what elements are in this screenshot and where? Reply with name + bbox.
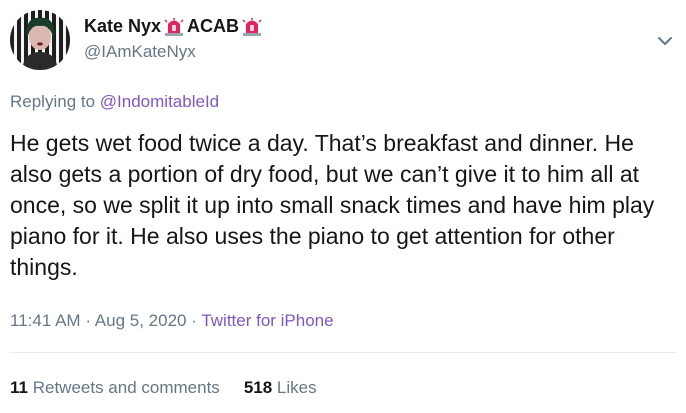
display-name-badge: ACAB — [187, 16, 240, 36]
likes-stat[interactable]: 518 Likes — [244, 378, 317, 398]
tweet-time[interactable]: 11:41 AM — [10, 311, 81, 330]
siren-emoji-icon — [241, 15, 263, 37]
tweet-card: Kate Nyx ACAB @IAmKateNyx Replying to @I… — [0, 0, 686, 413]
retweets-count: 11 — [10, 378, 28, 397]
tweet-date[interactable]: Aug 5, 2020 — [95, 311, 187, 330]
divider — [10, 352, 676, 353]
siren-emoji-icon — [163, 15, 185, 37]
avatar[interactable] — [10, 10, 70, 70]
likes-label: Likes — [276, 378, 317, 397]
tweet-source-link[interactable]: Twitter for iPhone — [201, 311, 333, 330]
tweet-stats: 11 Retweets and comments 518 Likes — [10, 378, 317, 398]
author-names: Kate Nyx ACAB @IAmKateNyx — [84, 14, 265, 64]
tweet-header: Kate Nyx ACAB @IAmKateNyx — [10, 10, 265, 70]
replying-to-line: Replying to @IndomitableId — [10, 92, 219, 112]
retweets-label: Retweets and comments — [32, 378, 220, 397]
author-handle[interactable]: @IAmKateNyx — [84, 40, 265, 64]
meta-separator: · — [85, 311, 91, 330]
display-name[interactable]: Kate Nyx — [84, 14, 161, 38]
avatar-portrait — [22, 17, 58, 70]
replying-to-prefix: Replying to — [10, 92, 96, 111]
meta-separator: · — [191, 311, 197, 330]
tweet-meta: 11:41 AM · Aug 5, 2020 · Twitter for iPh… — [10, 311, 334, 331]
retweets-stat[interactable]: 11 Retweets and comments — [10, 378, 220, 398]
tweet-text: He gets wet food twice a day. That’s bre… — [10, 130, 655, 280]
replying-to-link[interactable]: @IndomitableId — [100, 92, 219, 111]
display-name-row[interactable]: Kate Nyx ACAB — [84, 14, 265, 38]
likes-count: 518 — [243, 378, 273, 397]
more-options-chevron-icon[interactable] — [656, 32, 674, 50]
